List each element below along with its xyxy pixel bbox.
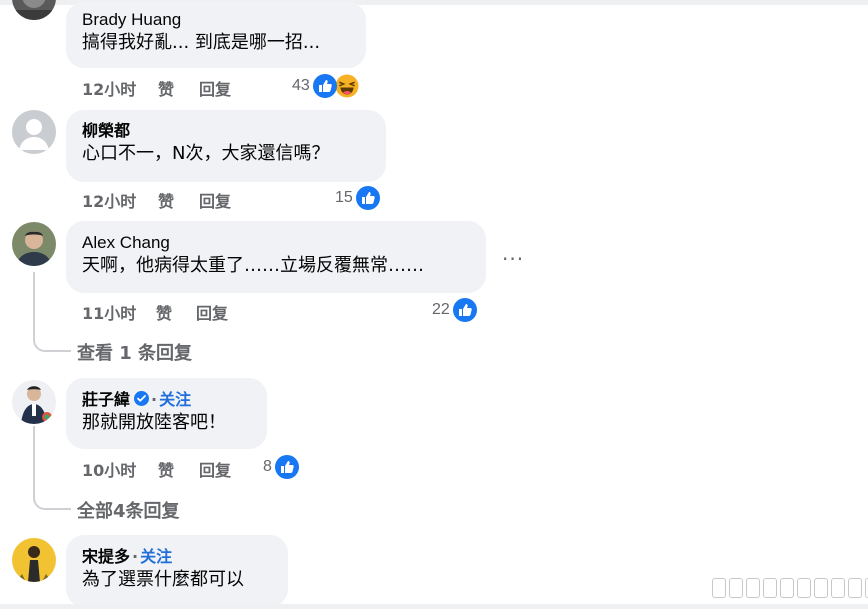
comment-actions: 10小时 赞 回复 [82,457,282,481]
comment-actions: 12小时 赞 回复 [82,76,322,100]
reply-button[interactable]: 回复 [199,457,231,481]
reply-button[interactable]: 回复 [199,188,231,212]
more-options-button[interactable]: ··· [502,249,524,269]
comment-time[interactable]: 12小时 [82,188,136,212]
like-icon [274,455,299,479]
thread-connector [33,272,71,352]
bottom-divider [0,604,868,609]
avatar[interactable] [12,222,56,266]
verified-badge-icon [134,391,150,406]
comment-bubble: 柳榮都 心口不一，N次，大家還信嗎？ [66,110,386,182]
comment-text: 天啊，他病得太重了……立場反覆無常…… [82,255,424,276]
comment-text: 為了選票什麼都可以 [82,569,244,590]
comment-text: 那就開放陸客吧！ [82,412,226,433]
reaction-count: 8 [263,458,272,475]
like-icon [355,186,380,210]
comment-author[interactable]: Alex Chang [82,233,470,253]
reaction-count: 22 [432,301,450,318]
view-replies-link[interactable]: 查看 1 条回复 [77,339,192,365]
reply-button[interactable]: 回复 [196,300,228,324]
reaction-count: 43 [292,77,310,94]
avatar[interactable] [12,110,56,154]
comment-bubble: Alex Chang 天啊，他病得太重了……立場反覆無常…… [66,221,486,293]
like-button[interactable]: 赞 [158,76,174,100]
thread-connector [33,470,71,510]
comment-author[interactable]: 宋提多 [82,547,130,566]
comment-time[interactable]: 12小时 [82,76,136,100]
follow-button[interactable]: 关注 [140,547,172,566]
comment-actions: 12小时 赞 回复 [82,188,322,212]
avatar[interactable] [12,538,56,582]
avatar[interactable] [12,0,56,20]
reaction-summary[interactable]: 8 [263,455,299,479]
comment-author[interactable]: Brady Huang [82,10,350,30]
comment-text: 搞得我好亂... 到底是哪一招... [82,32,321,53]
comment-bubble: Brady Huang 搞得我好亂... 到底是哪一招... [66,2,366,68]
comment-header: 莊子緯 · 关注 [82,390,251,410]
reaction-summary[interactable]: 22 [432,298,477,322]
like-icon [312,74,337,98]
view-replies-link[interactable]: 全部4条回复 [77,497,180,523]
like-button[interactable]: 赞 [158,188,174,212]
follow-button[interactable]: 关注 [159,390,191,409]
separator-dot: · [132,547,139,566]
comment-text: 心口不一，N次，大家還信嗎？ [82,143,330,164]
reply-button[interactable]: 回复 [199,76,231,100]
watermark [712,578,868,598]
reaction-count: 15 [335,189,353,206]
comment-actions: 11小时 赞 回复 [82,300,322,324]
haha-icon [335,74,359,98]
avatar[interactable] [12,380,56,424]
reaction-summary[interactable]: 43 [292,74,359,98]
comment-time[interactable]: 11小时 [82,300,136,324]
reaction-summary[interactable]: 15 [335,186,380,210]
like-button[interactable]: 赞 [156,300,172,324]
comment-author[interactable]: 莊子緯 [82,390,130,409]
comment-time[interactable]: 10小时 [82,457,136,481]
comment-bubble: 宋提多 · 关注 為了選票什麼都可以 [66,535,288,607]
comment-bubble: 莊子緯 · 关注 那就開放陸客吧！ [66,378,267,449]
like-button[interactable]: 赞 [158,457,174,481]
comment-author[interactable]: 柳榮都 [82,121,370,141]
comment-header: 宋提多 · 关注 [82,547,272,567]
like-icon [452,298,477,322]
separator-dot: · [151,390,158,409]
